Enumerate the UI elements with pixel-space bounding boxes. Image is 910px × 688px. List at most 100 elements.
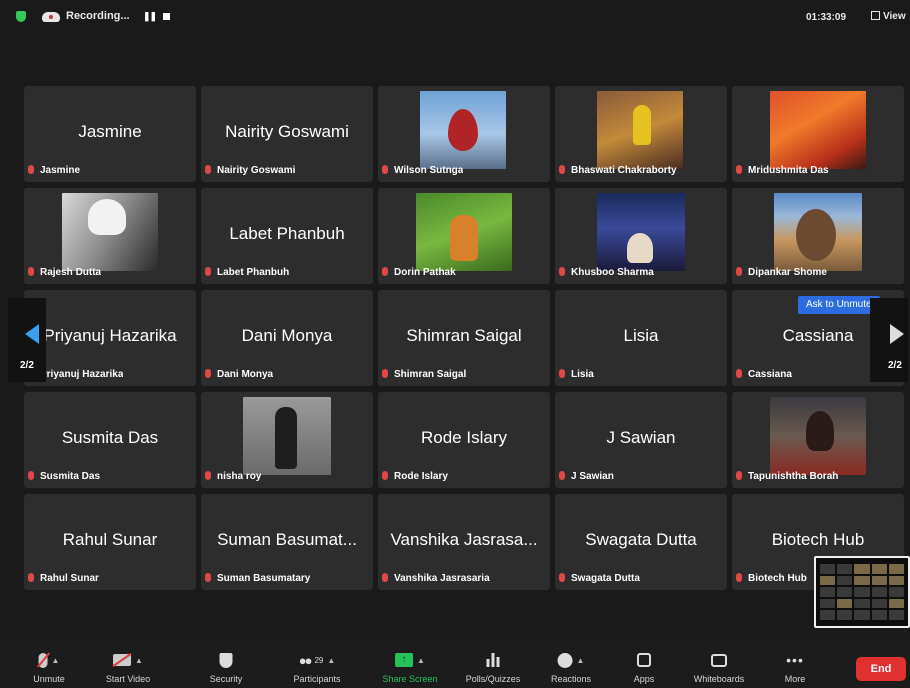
participant-name: Dipankar Shome [748, 267, 827, 278]
participant-tile[interactable]: Wilson Sutnga [378, 86, 550, 182]
end-meeting-button[interactable]: End [856, 657, 906, 681]
participant-tile[interactable]: Lisia Lisia [555, 290, 727, 386]
participant-tile[interactable]: Nairity Goswami Nairity Goswami [201, 86, 373, 182]
participant-tile[interactable]: Vanshika Jasrasa... Vanshika Jasrasaria [378, 494, 550, 590]
thumbnail-tile [837, 587, 853, 597]
participant-tile[interactable]: J Sawian J Sawian [555, 392, 727, 488]
share-screen-button[interactable]: ↑ ▲ Share Screen [373, 641, 447, 688]
participant-tile[interactable]: Dani Monya Dani Monya [201, 290, 373, 386]
thumbnail-tile [871, 598, 887, 609]
participant-tile[interactable]: Bhaswati Chakraborty [555, 86, 727, 182]
participant-tile[interactable]: Rajesh Dutta [24, 188, 196, 284]
participant-display-name: Vanshika Jasrasa... [390, 530, 538, 549]
participant-display-name: Rahul Sunar [62, 530, 158, 549]
muted-mic-icon [205, 267, 211, 276]
recording-status: Recording... [66, 10, 130, 22]
view-button[interactable]: View [871, 11, 906, 22]
thumbnail-tile [888, 598, 904, 609]
participant-name: Suman Basumatary [217, 573, 311, 584]
ask-to-unmute-button[interactable]: Ask to Unmute [798, 296, 880, 314]
security-label: Security [209, 674, 243, 684]
participant-name-label: Cassiana [736, 369, 792, 380]
page-indicator-left: 2/2 [20, 360, 34, 371]
participant-name-label: Jasmine [28, 165, 80, 176]
participant-tile[interactable]: Priyanuj Hazarika Priyanuj Hazarika [24, 290, 196, 386]
participant-name-label: Lisia [559, 369, 594, 380]
participant-name-label: Susmita Das [28, 471, 100, 482]
participant-tile[interactable]: Swagata Dutta Swagata Dutta [555, 494, 727, 590]
apps-button[interactable]: Apps [622, 641, 666, 688]
participant-tile[interactable]: Dipankar Shome [732, 188, 904, 284]
start-video-label: Start Video [105, 674, 151, 684]
participant-tile[interactable]: Rode Islary Rode Islary [378, 392, 550, 488]
thumbnail-tile [837, 610, 853, 620]
participant-name-label: Rode Islary [382, 471, 448, 482]
chevron-up-icon[interactable]: ▲ [52, 656, 60, 665]
participant-name-label: Dani Monya [205, 369, 273, 380]
chevron-up-icon[interactable]: ▲ [417, 656, 425, 665]
muted-mic-icon [736, 369, 742, 378]
chevron-up-icon[interactable]: ▲ [135, 656, 143, 665]
thumbnail-tile [888, 575, 904, 586]
participant-tile[interactable]: Labet Phanbuh Labet Phanbuh [201, 188, 373, 284]
participant-tile[interactable]: Shimran Saigal Shimran Saigal [378, 290, 550, 386]
participant-name: J Sawian [571, 471, 614, 482]
participants-label: Participants [293, 674, 341, 684]
participant-display-name: Swagata Dutta [585, 530, 697, 549]
participant-tile[interactable]: Mridushmita Das [732, 86, 904, 182]
unmute-button[interactable]: ▲ Unmute [18, 641, 80, 688]
thumbnail-tile [837, 564, 853, 574]
participant-tile[interactable]: nisha roy [201, 392, 373, 488]
polls-quizzes-button[interactable]: Polls/Quizzes [456, 641, 530, 688]
participant-tile[interactable]: Susmita Das Susmita Das [24, 392, 196, 488]
start-video-button[interactable]: ▲ Start Video [94, 641, 162, 688]
muted-mic-icon [28, 471, 34, 480]
participant-name: Biotech Hub [748, 573, 807, 584]
participant-tile[interactable]: Rahul Sunar Rahul Sunar [24, 494, 196, 590]
chevron-up-icon[interactable]: ▲ [327, 656, 335, 665]
participant-video [62, 193, 158, 271]
participant-name-label: Rahul Sunar [28, 573, 99, 584]
whiteboards-button[interactable]: Whiteboards [682, 641, 756, 688]
muted-mic-icon [736, 573, 742, 582]
unmute-label: Unmute [33, 674, 65, 684]
participant-name-label: Mridushmita Das [736, 165, 829, 176]
muted-mic-icon [382, 573, 388, 582]
participant-name: Shimran Saigal [394, 369, 467, 380]
muted-mic-icon [382, 369, 388, 378]
thumbnail-tile [888, 610, 904, 620]
share-screen-label: Share Screen [382, 674, 438, 684]
participant-name: Dorin Pathak [394, 267, 456, 278]
top-bar: Recording... ❚❚ 01:33:09 View [0, 0, 910, 30]
participant-name: Khusboo Sharma [571, 267, 654, 278]
whiteboards-label: Whiteboards [693, 674, 745, 684]
self-view-thumbnail[interactable] [814, 556, 910, 628]
participant-tile[interactable]: Khusboo Sharma [555, 188, 727, 284]
previous-page-button[interactable]: 2/2 [8, 298, 46, 382]
more-button[interactable]: ••• More [774, 641, 816, 688]
chevron-up-icon[interactable]: ▲ [577, 656, 585, 665]
muted-mic-icon [205, 573, 211, 582]
next-page-button[interactable]: 2/2 [870, 298, 908, 382]
polls-icon [486, 653, 500, 667]
participant-video [416, 193, 512, 271]
pause-recording-icon[interactable]: ❚❚ [143, 11, 157, 22]
participant-tile[interactable]: Tapunishtha Borah [732, 392, 904, 488]
participant-display-name: Shimran Saigal [406, 326, 522, 345]
participant-tile[interactable]: Dorin Pathak [378, 188, 550, 284]
participant-tile[interactable]: Suman Basumat... Suman Basumatary [201, 494, 373, 590]
participant-name: nisha roy [217, 471, 262, 482]
thumbnail-tile [871, 610, 887, 620]
gallery-grid: Jasmine Jasmine Nairity Goswami Nairity Gos… [24, 86, 904, 594]
participant-video [243, 397, 331, 475]
encryption-shield-icon[interactable] [16, 11, 26, 22]
thumbnail-tile [888, 564, 904, 574]
participant-tile[interactable]: Jasmine Jasmine [24, 86, 196, 182]
participant-name: Tapunishtha Borah [748, 471, 839, 482]
security-button[interactable]: Security [198, 641, 254, 688]
reactions-button[interactable]: ▲ Reactions [542, 641, 600, 688]
participants-button[interactable]: ●● 29 ▲ Participants [282, 641, 352, 688]
participant-display-name: Rode Islary [421, 428, 507, 447]
muted-mic-icon [28, 573, 34, 582]
stop-recording-icon[interactable] [163, 13, 170, 20]
